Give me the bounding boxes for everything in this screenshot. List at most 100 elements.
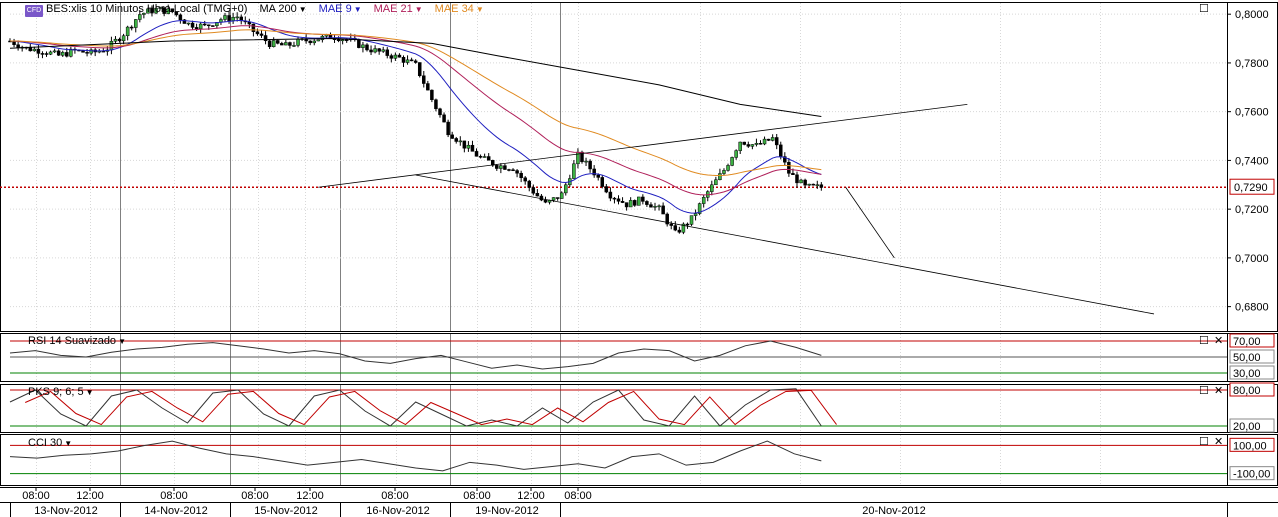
mae21-legend[interactable]: MAE 21 ▼ [374,3,423,15]
candle-body [231,16,235,21]
ma200-legend[interactable]: MA 200 ▼ [259,3,306,15]
y-tick-label: 0,7400 [1235,155,1269,167]
mae34-legend[interactable]: MAE 34 ▼ [435,3,484,15]
candle-body [649,204,653,208]
candle-body [722,170,726,174]
candle-body [446,121,450,136]
candle-body [405,59,410,63]
candle-body [588,160,592,170]
candle-body [746,144,751,147]
candle-body [296,38,300,46]
candle-body [807,183,811,186]
candle-body [653,205,657,208]
maximize-icon[interactable]: ☐ [1199,336,1209,347]
candle-body [125,26,130,37]
cci-panel-title[interactable]: CCI 30 ▼ [28,437,72,449]
candle-body [811,183,815,186]
x-tick-label: 08:00 [463,490,491,502]
candle-body [316,39,321,42]
candle-body [340,39,345,42]
candle-body [734,150,738,158]
maximize-icon[interactable]: ☐ [1199,437,1209,448]
maximize-icon[interactable]: ☐ [1199,4,1209,15]
candle-body [774,137,779,146]
x-tick-label: 08:00 [22,490,50,502]
x-tick-label: 12:00 [296,490,324,502]
rsi-panel-title[interactable]: RSI 14 Suavizado ▼ [28,335,126,347]
ma200-line [9,38,822,118]
x-tick-label: 12:00 [517,490,545,502]
pane-frame [0,434,1278,486]
trading-chart[interactable]: 0,8000 0,7800 0,7600 0,7400 0,7200 0,7000 0,68… [0,0,1278,517]
candle-body [738,141,742,151]
y-tick-label: 0,7800 [1235,58,1269,70]
y-tick-label: 80,00 [1233,385,1261,397]
candle-body [515,170,519,174]
x-date-label: 16-Nov-2012 [366,505,430,517]
candle-body [134,19,138,28]
close-icon[interactable]: ✕ [1214,386,1223,397]
current-price-label: 0,7290 [1234,182,1268,194]
candle-body [689,215,694,225]
candle-body [361,44,365,48]
candle-body [450,134,454,139]
close-icon[interactable]: ✕ [1214,437,1223,448]
candle-body [413,60,418,63]
y-tick-label: 0,7200 [1235,204,1269,216]
maximize-icon[interactable]: ☐ [1199,386,1209,397]
candle-body [422,75,426,84]
candle-body [36,48,41,54]
candle-body [669,223,673,226]
candle-body [661,205,665,215]
mae9-legend[interactable]: MAE 9 ▼ [319,3,362,15]
candle-body [718,173,722,181]
candle-body [523,177,527,182]
x-date-label: 14-Nov-2012 [144,505,208,517]
close-icon[interactable]: ✕ [1214,336,1223,347]
candle-body [754,143,759,145]
candle-body [466,144,471,149]
candle-body [117,38,122,42]
candle-body [235,16,239,19]
mae21-line [9,25,822,196]
y-tick-label: 0,8000 [1235,9,1269,21]
candle-body [344,39,349,41]
x-date-label: 20-Nov-2012 [862,505,926,517]
candle-body [596,174,600,178]
candle-body [620,201,625,203]
candle-body [207,24,211,27]
candle-body [572,163,576,179]
candle-body [730,157,734,166]
x-date-label: 19-Nov-2012 [475,505,539,517]
candle-body [787,161,791,174]
candle-body [795,174,799,184]
candle-body [612,197,617,200]
candle-body [645,201,649,205]
candle-body [555,197,560,199]
candle-body [60,52,65,56]
y-tick-label: 70,00 [1233,336,1261,348]
candle-body [503,165,507,170]
pane-frame [0,2,1278,332]
candle-body [138,14,142,20]
candle-body [762,138,767,145]
candle-body [255,31,260,35]
candle-body [799,179,803,184]
y-tick-label: 50,00 [1233,352,1261,364]
candle-body [373,48,377,53]
candle-body [608,191,613,199]
candle-body [426,83,430,91]
instrument-title[interactable]: BES:xlis 10 Minutos Hora Local (TMG+0) [46,3,247,15]
candle-body [190,22,195,28]
candle-body [815,184,820,186]
candle-body [559,192,564,199]
candle-body [710,184,714,192]
candle-body [438,108,442,116]
candle-body [389,55,394,59]
pks-panel-title[interactable]: PKS 9; 6; 5 ▼ [28,386,94,398]
candle-body [409,59,414,62]
candle-body [308,40,312,44]
candle-body [641,196,645,202]
candle-body [685,223,690,226]
cfd-badge: CFD [25,5,43,17]
